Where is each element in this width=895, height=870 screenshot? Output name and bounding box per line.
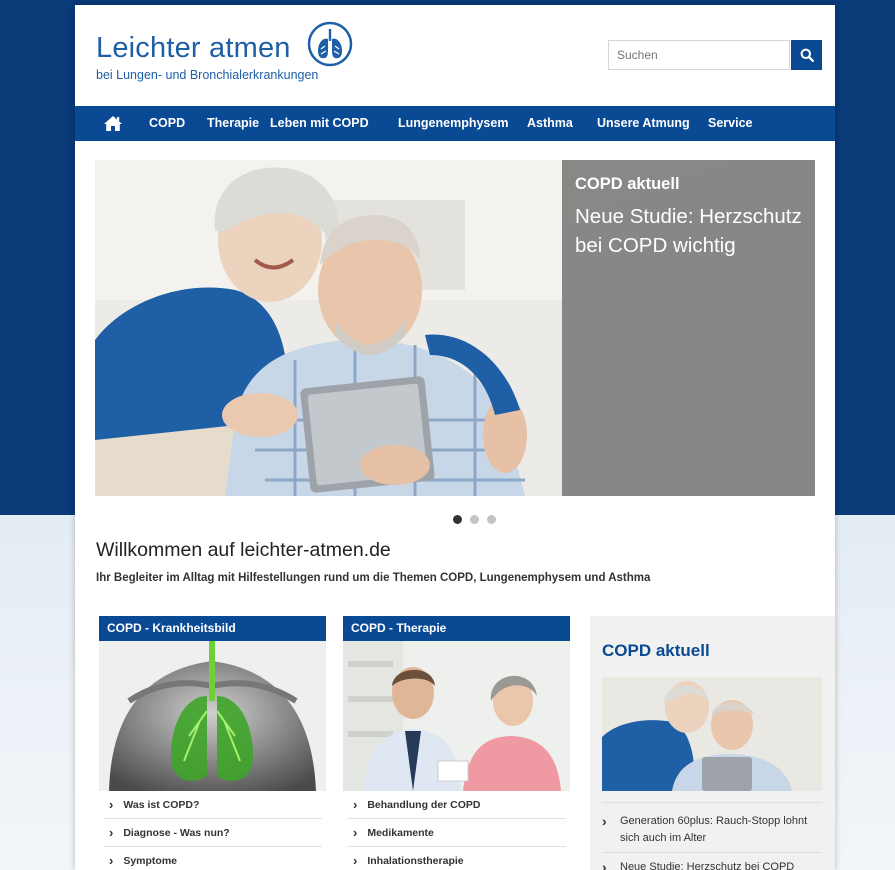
- hero-photo-couple-with-tablet: [95, 160, 562, 496]
- doctor-patient-illustration: [343, 641, 570, 791]
- divider: [602, 802, 822, 803]
- lungs-xray-image[interactable]: [99, 641, 326, 791]
- couple-with-tablet-thumbnail: [602, 677, 822, 791]
- slider-dot-2[interactable]: [470, 515, 479, 524]
- home-icon[interactable]: [103, 115, 123, 132]
- chevron-right-icon: ›: [109, 797, 114, 812]
- logo-title: Leichter atmen: [96, 32, 291, 64]
- chevron-right-icon: ›: [109, 853, 114, 868]
- chevron-right-icon: ›: [602, 813, 607, 829]
- chevron-right-icon: ›: [602, 859, 607, 870]
- news-sidebar: COPD aktuell › Generation 60plus: Rauch-…: [590, 616, 835, 870]
- chevron-right-icon: ›: [353, 797, 358, 812]
- lungs-xray-illustration: [99, 641, 326, 791]
- nav-item-copd[interactable]: COPD: [149, 116, 185, 130]
- card-title[interactable]: COPD - Krankheitsbild: [99, 616, 326, 641]
- welcome-title: Willkommen auf leichter-atmen.de: [96, 539, 391, 561]
- welcome-tagline: Ihr Begleiter im Alltag mit Hilfestellun…: [96, 572, 651, 584]
- nav-item-asthma[interactable]: Asthma: [527, 116, 573, 130]
- hero-headline: Neue Studie: Herzschutz bei COPD wichtig: [575, 205, 802, 257]
- nav-item-leben-mit-copd[interactable]: Leben mit COPD: [270, 116, 369, 130]
- card-link[interactable]: › Symptome: [103, 847, 322, 870]
- nav-item-lungenemphysem[interactable]: Lungenemphysem: [398, 116, 508, 130]
- nav-item-therapie[interactable]: Therapie: [207, 116, 259, 130]
- web-page: Leichter atmen bei Lungen- und Bronchial…: [75, 5, 835, 870]
- chevron-right-icon: ›: [353, 853, 358, 868]
- card-link[interactable]: › Behandlung der COPD: [347, 791, 566, 819]
- card-krankheitsbild: COPD - Krankheitsbild › Was ist COPD? › D: [99, 616, 326, 870]
- card-link[interactable]: › Was ist COPD?: [103, 791, 322, 819]
- search-box: [608, 40, 790, 70]
- hero-caption-panel[interactable]: COPD aktuell Neue Studie: Herzschutz bei…: [562, 160, 815, 496]
- news-thumbnail[interactable]: [602, 677, 822, 791]
- main-navigation: COPD Therapie Leben mit COPD Lungenemphy…: [75, 106, 835, 141]
- logo-subtitle: bei Lungen- und Bronchialerkrankungen: [96, 68, 319, 82]
- news-item[interactable]: › Generation 60plus: Rauch-Stopp lohnt s…: [602, 813, 822, 847]
- slider-dot-1[interactable]: [453, 515, 462, 524]
- chevron-right-icon: ›: [109, 825, 114, 840]
- doctor-patient-image[interactable]: [343, 641, 570, 791]
- card-link[interactable]: › Inhalationstherapie: [347, 847, 566, 870]
- hero-slider[interactable]: COPD aktuell Neue Studie: Herzschutz bei…: [95, 160, 815, 496]
- card-link[interactable]: › Medikamente: [347, 819, 566, 847]
- search-icon: [800, 48, 814, 62]
- nav-item-service[interactable]: Service: [708, 116, 752, 130]
- slider-dot-3[interactable]: [487, 515, 496, 524]
- sidebar-title: COPD aktuell: [602, 641, 710, 660]
- slider-dots: [453, 515, 496, 524]
- nav-item-unsere-atmung[interactable]: Unsere Atmung: [597, 116, 690, 130]
- search-input[interactable]: [609, 41, 787, 69]
- divider: [602, 852, 822, 853]
- card-title[interactable]: COPD - Therapie: [343, 616, 570, 641]
- lungs-icon: [307, 21, 353, 67]
- card-link[interactable]: › Diagnose - Was nun?: [103, 819, 322, 847]
- search-button[interactable]: [791, 40, 822, 70]
- hero-kicker: COPD aktuell: [575, 175, 680, 193]
- card-therapie: COPD - Therapie › Behandlung der COPD › Me…: [343, 616, 570, 870]
- news-item[interactable]: › Neue Studie: Herzschutz bei COPD: [602, 859, 822, 870]
- chevron-right-icon: ›: [353, 825, 358, 840]
